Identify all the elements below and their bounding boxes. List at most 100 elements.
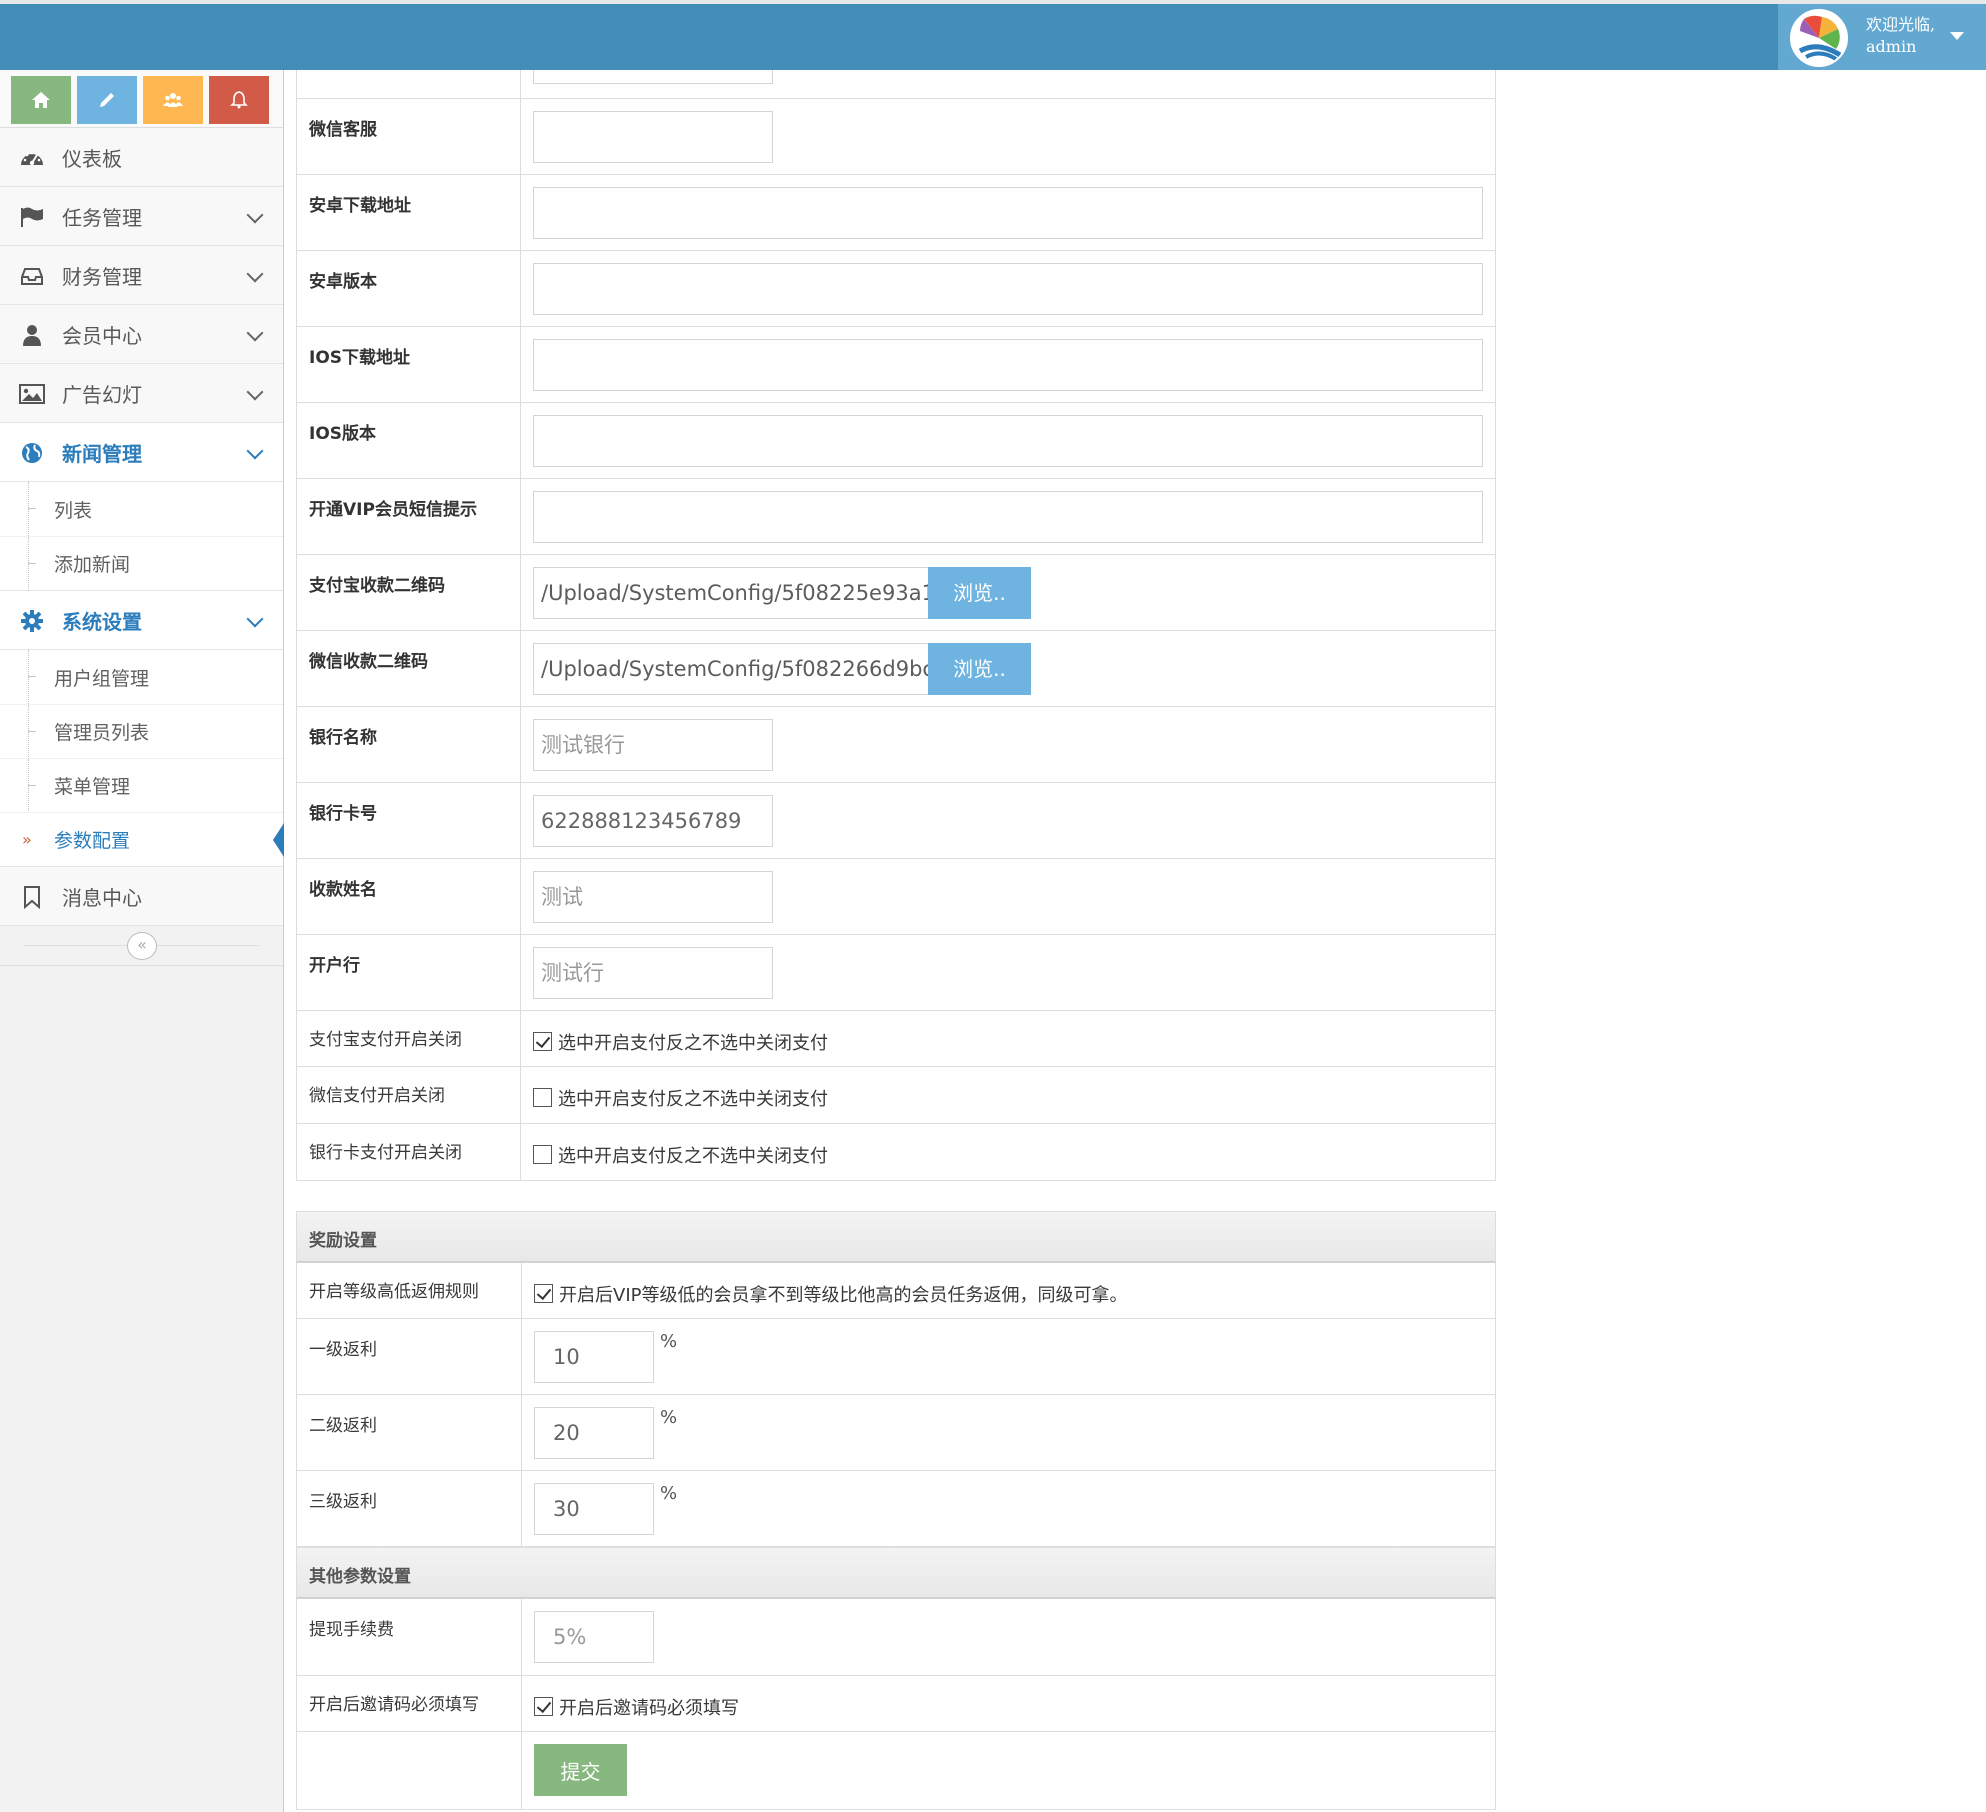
section-header-other: 其他参数设置 — [296, 1547, 1496, 1599]
submenu-item-user-groups[interactable]: 用户组管理 — [0, 650, 283, 704]
sidebar-item-label: 会员中心 — [62, 323, 142, 348]
field-label: IOS版本 — [296, 402, 521, 479]
level-rule-toggle[interactable]: 开启后VIP等级低的会员拿不到等级比他高的会员任务返佣，同级可拿。 — [534, 1279, 1483, 1307]
table-row: 安卓下载地址 — [296, 174, 1496, 251]
table-row: 提交 — [296, 1731, 1496, 1810]
submenu-item-menu-management[interactable]: 菜单管理 — [0, 758, 283, 813]
android-url-input[interactable] — [533, 186, 1483, 239]
bookmark-icon — [18, 885, 46, 909]
table-row: 安卓版本 — [296, 250, 1496, 327]
android-version-input[interactable] — [533, 262, 1483, 315]
sidebar-item-label: 财务管理 — [62, 264, 142, 289]
shortcut-users-button[interactable] — [143, 76, 203, 124]
sidebar-item-news[interactable]: 新闻管理 — [0, 423, 283, 482]
table-row: 银行卡支付开启关闭 选中开启支付反之不选中关闭支付 — [296, 1123, 1496, 1181]
sidebar-item-label: 新闻管理 — [62, 441, 142, 466]
caret-down-icon[interactable] — [1950, 32, 1964, 40]
alipay-qr-path-input[interactable]: /Upload/SystemConfig/5f08225e93a1 — [533, 566, 929, 619]
sidebar-item-ads[interactable]: 广告幻灯 — [0, 364, 283, 423]
sidebar-collapse-row: « — [0, 926, 283, 966]
checkbox-checked[interactable] — [534, 1284, 553, 1303]
basic-settings-table: 微信客服 安卓下载地址 安卓版本 IOS下载地址 IOS版本 开通VIP会员短信… — [296, 70, 1496, 1181]
home-icon — [32, 92, 50, 108]
wechat-qr-browse-button[interactable]: 浏览.. — [928, 642, 1031, 695]
tree-line — [28, 759, 29, 813]
bankcard-pay-toggle[interactable]: 选中开启支付反之不选中关闭支付 — [533, 1140, 1483, 1168]
field-label: 二级返利 — [296, 1394, 522, 1471]
table-row: 收款姓名 测试 — [296, 858, 1496, 935]
partial-input[interactable] — [533, 70, 773, 84]
bank-name-input[interactable]: 测试银行 — [533, 718, 773, 771]
chevron-down-icon — [246, 383, 264, 401]
submenu-item-add-news[interactable]: 添加新闻 — [0, 536, 283, 591]
checkbox-checked[interactable] — [533, 1032, 552, 1051]
checkbox-label: 开启后VIP等级低的会员拿不到等级比他高的会员任务返佣，同级可拿。 — [559, 1284, 1128, 1306]
field-label: 支付宝收款二维码 — [296, 554, 521, 631]
wechat-service-input[interactable] — [533, 110, 773, 163]
submenu-item-admin-list[interactable]: 管理员列表 — [0, 704, 283, 759]
double-angle-right-icon: » — [22, 830, 32, 849]
level1-rebate-input[interactable]: 10 — [534, 1331, 654, 1383]
level2-rebate-input[interactable]: 20 — [534, 1407, 654, 1459]
field-label: 微信收款二维码 — [296, 630, 521, 707]
table-row: 一级返利 10% — [296, 1318, 1496, 1395]
submenu-item-label: 列表 — [54, 499, 93, 522]
tree-dash — [28, 785, 36, 786]
wechat-pay-toggle[interactable]: 选中开启支付反之不选中关闭支付 — [533, 1083, 1483, 1111]
vip-sms-input[interactable] — [533, 490, 1483, 543]
field-label: 银行卡支付开启关闭 — [296, 1123, 521, 1181]
checkbox-unchecked[interactable] — [533, 1145, 552, 1164]
sidebar-item-finance[interactable]: 财务管理 — [0, 246, 283, 305]
alipay-qr-browse-button[interactable]: 浏览.. — [928, 566, 1031, 619]
table-row: 提现手续费 5% — [296, 1599, 1496, 1676]
payee-name-input[interactable]: 测试 — [533, 870, 773, 923]
section-header-reward: 奖励设置 — [296, 1210, 1496, 1263]
sidebar-item-tasks[interactable]: 任务管理 — [0, 187, 283, 246]
user-menu[interactable]: 欢迎光临, admin — [1778, 4, 1986, 70]
table-row: 微信客服 — [296, 98, 1496, 175]
checkbox-checked[interactable] — [534, 1697, 553, 1716]
field-label: 收款姓名 — [296, 858, 521, 935]
field-label: 银行名称 — [296, 706, 521, 783]
withdraw-fee-input[interactable]: 5% — [534, 1611, 654, 1663]
sidebar-item-label: 广告幻灯 — [62, 382, 142, 407]
avatar — [1790, 9, 1848, 67]
shortcut-edit-button[interactable] — [77, 76, 137, 124]
submit-button[interactable]: 提交 — [534, 1743, 627, 1796]
sidebar-item-system-settings[interactable]: 系统设置 — [0, 591, 283, 650]
table-row: 开启等级高低返佣规则 开启后VIP等级低的会员拿不到等级比他高的会员任务返佣，同… — [296, 1262, 1496, 1319]
checkbox-unchecked[interactable] — [533, 1088, 552, 1107]
checkbox-label: 选中开启支付反之不选中关闭支付 — [558, 1145, 828, 1167]
ios-url-input[interactable] — [533, 338, 1483, 391]
field-label — [296, 70, 521, 99]
other-settings-table: 提现手续费 5% 开启后邀请码必须填写 开启后邀请码必须填写 提交 — [296, 1599, 1496, 1810]
chevron-down-icon — [246, 206, 264, 224]
sidebar-item-members[interactable]: 会员中心 — [0, 305, 283, 364]
field-label: 安卓版本 — [296, 250, 521, 327]
level3-rebate-input[interactable]: 30 — [534, 1483, 654, 1535]
sidebar-item-dashboard[interactable]: 仪表板 — [0, 128, 283, 187]
shortcut-notify-button[interactable] — [209, 76, 269, 124]
submenu-item-news-list[interactable]: 列表 — [0, 482, 283, 536]
bank-card-input[interactable]: 622888123456789 — [533, 794, 773, 847]
shortcut-home-button[interactable] — [11, 76, 71, 124]
invite-code-required-toggle[interactable]: 开启后邀请码必须填写 — [534, 1692, 1483, 1720]
submenu-news: 列表 添加新闻 — [0, 482, 283, 591]
active-pointer — [273, 823, 284, 857]
submenu-item-parameter-config[interactable]: » 参数配置 — [0, 812, 284, 866]
field-label: 一级返利 — [296, 1318, 522, 1395]
field-label: IOS下载地址 — [296, 326, 521, 403]
submenu-item-label: 参数配置 — [54, 830, 131, 852]
table-row: 开启后邀请码必须填写 开启后邀请码必须填写 — [296, 1675, 1496, 1732]
ios-version-input[interactable] — [533, 414, 1483, 467]
sidebar-collapse-button[interactable]: « — [127, 932, 157, 960]
wechat-qr-path-input[interactable]: /Upload/SystemConfig/5f082266d9bc — [533, 642, 929, 695]
chevron-down-icon — [246, 610, 264, 628]
alipay-toggle[interactable]: 选中开启支付反之不选中关闭支付 — [533, 1027, 1483, 1055]
bank-branch-input[interactable]: 测试行 — [533, 946, 773, 999]
field-label: 支付宝支付开启关闭 — [296, 1010, 521, 1067]
table-row: 支付宝收款二维码 /Upload/SystemConfig/5f08225e93… — [296, 554, 1496, 631]
table-row: 银行名称 测试银行 — [296, 706, 1496, 783]
sidebar-item-messages[interactable]: 消息中心 — [0, 867, 283, 926]
